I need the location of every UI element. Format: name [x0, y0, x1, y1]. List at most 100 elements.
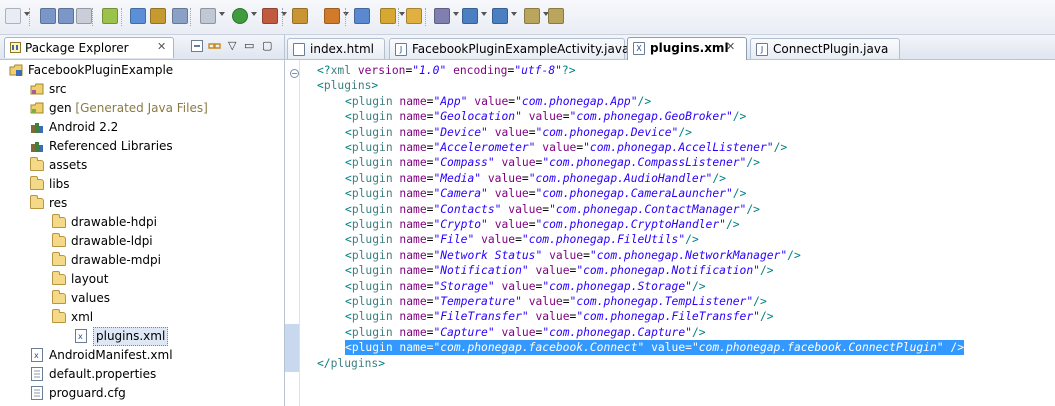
dropdown-arrow-icon[interactable] — [343, 12, 349, 16]
tree-item-label: values — [71, 291, 111, 305]
tree-item[interactable]: drawable-mdpi — [52, 251, 280, 270]
plugin-line[interactable]: <plugin name="Temperature" value="com.ph… — [345, 294, 767, 309]
toolbar-separator — [425, 8, 426, 26]
tree-item[interactable]: Referenced Libraries — [30, 137, 280, 156]
xml-declaration-line[interactable]: <?xml version="1.0" encoding="utf-8"?> — [317, 63, 576, 78]
tree-item-label: plugins.xml — [93, 327, 169, 346]
open-resource-icon[interactable] — [172, 8, 188, 24]
minimize-icon[interactable]: ▭ — [244, 40, 254, 52]
editor-area: index.html J FacebookPluginExampleActivity… — [285, 35, 1055, 406]
root-tag-line[interactable]: </plugins> — [317, 356, 385, 371]
fold-collapse-icon[interactable]: − — [290, 69, 299, 78]
run-icon[interactable] — [232, 8, 248, 24]
tree-item[interactable]: Android 2.2 — [30, 118, 280, 137]
tree-item[interactable]: x plugins.xml — [74, 327, 280, 346]
dropdown-arrow-icon[interactable] — [453, 12, 459, 16]
package-explorer-tab[interactable]: Package Explorer ✕ — [4, 37, 174, 58]
save-icon[interactable] — [40, 8, 56, 24]
tree-item-label: FacebookPluginExample — [28, 63, 174, 77]
print-icon[interactable] — [76, 8, 92, 24]
close-tab-icon[interactable]: ✕ — [726, 40, 735, 53]
toolbar-separator — [190, 8, 191, 26]
tab-facebookpluginexampleactivity-java[interactable]: J FacebookPluginExampleActivity.java — [389, 38, 629, 59]
debug-icon[interactable] — [200, 8, 216, 24]
tree-item[interactable]: FacebookPluginExample — [9, 61, 280, 80]
android-sdk-icon[interactable] — [102, 8, 118, 24]
plugin-line[interactable]: <plugin name="Media" value="com.phonegap… — [345, 171, 726, 186]
plugin-line[interactable]: <plugin name="Notification" value="com.p… — [345, 263, 774, 278]
tree-item[interactable]: xml — [52, 308, 280, 327]
link-with-editor-icon[interactable] — [208, 40, 221, 55]
tree-item[interactable]: x AndroidManifest.xml — [30, 346, 280, 365]
toolbar-separator — [29, 8, 30, 26]
plugin-line[interactable]: <plugin name="Device" value="com.phonega… — [345, 125, 692, 140]
tree-item[interactable]: layout — [52, 270, 280, 289]
tab-index-html[interactable]: index.html — [287, 38, 385, 59]
open-jar-icon[interactable] — [150, 8, 166, 24]
library-icon — [30, 120, 44, 134]
file-icon — [30, 386, 44, 400]
file-icon — [30, 367, 44, 381]
plugin-line[interactable]: <plugin name="Geolocation" value="com.ph… — [345, 109, 746, 124]
open-type-icon[interactable] — [130, 8, 146, 24]
folder-icon — [52, 309, 66, 323]
tree-item[interactable]: drawable-ldpi — [52, 232, 280, 251]
tree-item[interactable]: default.properties — [30, 365, 280, 384]
tree-item-label: Android 2.2 — [49, 120, 119, 134]
tree-item[interactable]: gen [Generated Java Files] — [30, 99, 280, 118]
tree-item[interactable]: assets — [30, 156, 280, 175]
dropdown-arrow-icon[interactable] — [481, 12, 487, 16]
folder-icon — [52, 252, 66, 266]
tree-item-label: AndroidManifest.xml — [49, 348, 173, 362]
new-icon[interactable] — [5, 8, 21, 24]
dropdown-arrow-icon[interactable] — [399, 12, 405, 16]
plugin-line[interactable]: <plugin name="Contacts" value="com.phone… — [345, 202, 760, 217]
toggle-mark-icon[interactable] — [434, 8, 450, 24]
dropdown-arrow-icon[interactable] — [219, 12, 225, 16]
tab-plugins-xml[interactable]: Xplugins.xml ✕ — [627, 37, 747, 60]
root-tag-line[interactable]: <plugins> — [317, 78, 378, 93]
plugin-line[interactable]: <plugin name="Crypto" value="com.phonega… — [345, 217, 740, 232]
tree-item[interactable]: values — [52, 289, 280, 308]
forward-icon[interactable] — [548, 8, 564, 24]
toolbar-separator — [282, 8, 283, 26]
tree-item[interactable]: src — [30, 80, 280, 99]
open-task-icon[interactable] — [406, 8, 422, 24]
editor-ruler — [285, 60, 300, 406]
close-icon[interactable]: ✕ — [157, 40, 166, 53]
new-package-icon[interactable] — [324, 8, 340, 24]
plugin-line[interactable]: <plugin name="Capture" value="com.phoneg… — [345, 325, 706, 340]
folder-icon — [52, 214, 66, 228]
view-menu-icon[interactable]: ▽ — [228, 40, 236, 52]
tree-item[interactable]: libs — [30, 175, 280, 194]
source-folder-icon — [30, 82, 44, 96]
plugin-line[interactable]: <plugin name="Storage" value="com.phoneg… — [345, 279, 706, 294]
plugin-line[interactable]: <plugin name="com.phonegap.facebook.Conn… — [345, 340, 964, 356]
plugin-line[interactable]: <plugin name="Network Status" value="com… — [345, 248, 801, 263]
new-class-icon[interactable] — [354, 8, 370, 24]
next-annotation-icon[interactable] — [462, 8, 478, 24]
dropdown-arrow-icon[interactable] — [251, 12, 257, 16]
previous-annotation-icon[interactable] — [492, 8, 508, 24]
new-java-project-icon[interactable] — [292, 8, 308, 24]
dropdown-arrow-icon[interactable] — [511, 12, 517, 16]
plugin-line[interactable]: <plugin name="Camera" value="com.phonega… — [345, 186, 746, 201]
collapse-all-icon[interactable] — [191, 40, 203, 55]
plugin-line[interactable]: <plugin name="File" value="com.phonegap.… — [345, 232, 699, 247]
tab-connectplugin-java[interactable]: J ConnectPlugin.java — [750, 38, 900, 59]
main-toolbar — [0, 0, 1055, 35]
plugin-line[interactable]: <plugin name="App" value="com.phonegap.A… — [345, 94, 651, 109]
tree-item[interactable]: drawable-hdpi — [52, 213, 280, 232]
tree-item-label: xml — [71, 310, 94, 324]
gen-folder-icon — [30, 101, 44, 115]
back-icon[interactable] — [524, 8, 540, 24]
save-all-icon[interactable] — [58, 8, 74, 24]
search-icon[interactable] — [380, 8, 396, 24]
external-tools-icon[interactable] — [262, 8, 278, 24]
plugin-line[interactable]: <plugin name="FileTransfer" value="com.p… — [345, 309, 774, 324]
plugin-line[interactable]: <plugin name="Accelerometer" value="com.… — [345, 140, 787, 155]
tree-item[interactable]: res — [30, 194, 280, 213]
tree-item[interactable]: proguard.cfg — [30, 384, 280, 403]
plugin-line[interactable]: <plugin name="Compass" value="com.phoneg… — [345, 155, 760, 170]
maximize-icon[interactable]: ▢ — [262, 40, 272, 52]
